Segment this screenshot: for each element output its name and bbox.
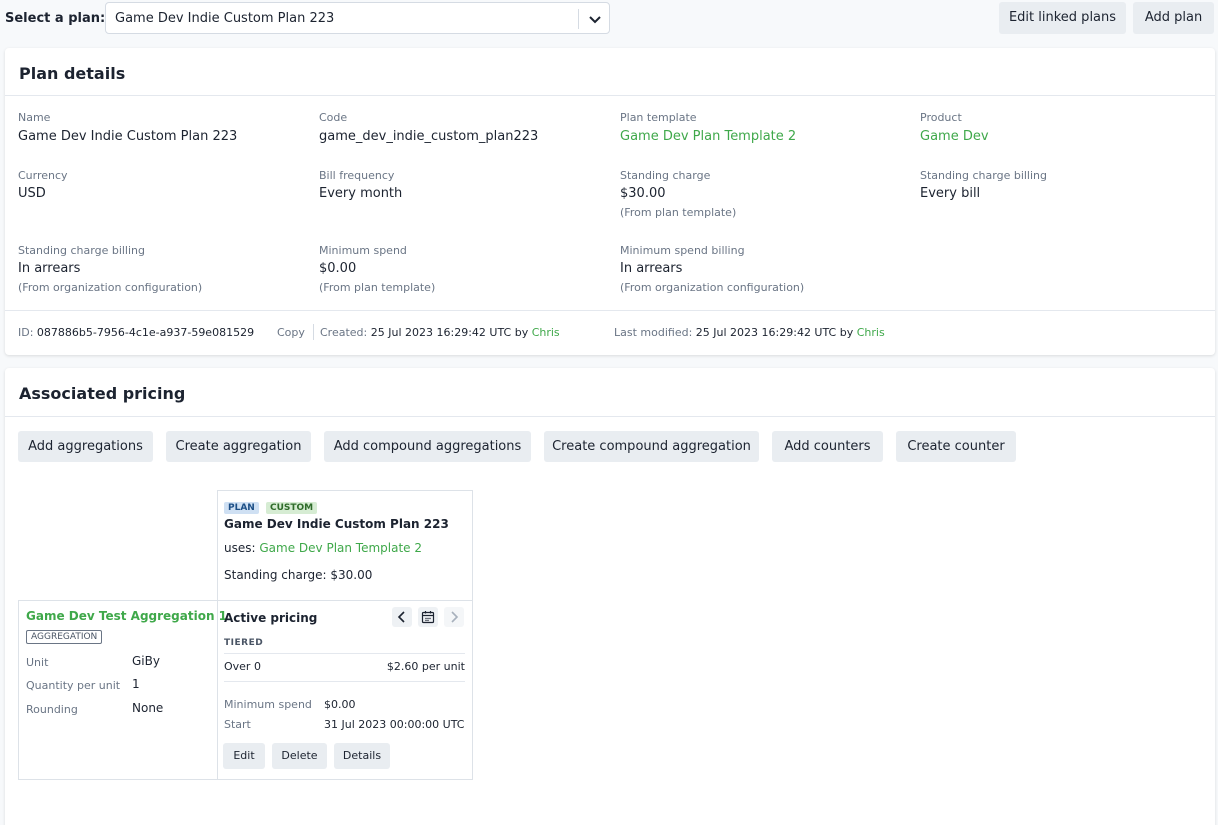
next-pricing-button[interactable] <box>444 607 464 627</box>
plan-tag: PLAN <box>224 502 259 514</box>
standing-charge-billing-label: Standing charge billing <box>920 169 1047 182</box>
name-label: Name <box>18 111 51 124</box>
modified-by-link[interactable]: Chris <box>857 326 885 339</box>
divider <box>5 310 1215 311</box>
plan-details-card: Plan details Name Game Dev Indie Custom … <box>5 48 1215 355</box>
plan-card-name: Game Dev Indie Custom Plan 223 <box>224 517 449 531</box>
select-plan-label: Select a plan: <box>5 11 106 26</box>
active-pricing-title: Active pricing <box>224 611 318 625</box>
uses-label: uses: <box>224 541 256 555</box>
plan-selector-bar: Select a plan: Game Dev Indie Custom Pla… <box>0 0 1218 37</box>
start-value: 31 Jul 2023 00:00:00 UTC <box>324 718 465 731</box>
tier-label: Over 0 <box>224 660 261 673</box>
plan-template-label: Plan template <box>620 111 697 124</box>
id-label: ID: <box>18 326 34 339</box>
plan-header-cell: PLAN CUSTOM Game Dev Indie Custom Plan 2… <box>217 490 473 600</box>
created-by-link[interactable]: Chris <box>532 326 560 339</box>
minimum-spend-billing-label: Minimum spend billing <box>620 244 745 257</box>
add-compound-aggregations-button[interactable]: Add compound aggregations <box>324 431 531 462</box>
created-label: Created: <box>320 326 368 339</box>
minimum-spend-value: $0.00 <box>324 698 356 711</box>
standing-charge-label: Standing charge <box>620 169 711 182</box>
delete-pricing-button[interactable]: Delete <box>272 743 327 769</box>
divider <box>5 95 1215 96</box>
active-pricing-cell: Active pricing TIERED Over 0 $2.60 per u… <box>217 600 473 780</box>
minimum-spend-billing-value: In arrears <box>620 261 683 276</box>
currency-value: USD <box>18 186 46 201</box>
select-divider <box>578 9 579 29</box>
aggregation-cell: Game Dev Test Aggregation 1 AGGREGATION … <box>18 600 227 780</box>
aggregation-tag: AGGREGATION <box>26 630 103 644</box>
created-info: Created: 25 Jul 2023 16:29:42 UTC by Chr… <box>320 326 560 339</box>
aggregation-name-link[interactable]: Game Dev Test Aggregation 1 <box>26 609 227 623</box>
edit-pricing-button[interactable]: Edit <box>223 743 265 769</box>
plan-tags: PLAN CUSTOM <box>224 499 318 514</box>
previous-pricing-button[interactable] <box>392 607 412 627</box>
calendar-button[interactable] <box>418 607 438 627</box>
divider <box>224 681 465 682</box>
quantity-per-unit-value: 1 <box>132 677 140 691</box>
meta-divider <box>313 324 314 340</box>
product-label: Product <box>920 111 962 124</box>
chevron-left-icon <box>397 611 405 623</box>
id-value: 087886b5-7956-4c1e-a937-59e081529 <box>36 326 255 339</box>
add-counters-button[interactable]: Add counters <box>772 431 883 462</box>
uses-template-link[interactable]: Game Dev Plan Template 2 <box>259 541 422 555</box>
divider <box>5 416 1215 417</box>
minimum-spend-label: Minimum spend <box>224 698 312 711</box>
standing-charge-value: $30.00 <box>620 186 666 201</box>
code-value: game_dev_indie_custom_plan223 <box>319 129 539 144</box>
currency-label: Currency <box>18 169 68 182</box>
standing-charge-billing-note: (From organization configuration) <box>18 281 203 294</box>
start-label: Start <box>224 718 251 731</box>
create-compound-aggregation-button[interactable]: Create compound aggregation <box>544 431 759 462</box>
custom-tag: CUSTOM <box>265 502 318 514</box>
standing-charge-billing-label: Standing charge billing <box>18 244 145 257</box>
modified-value: 25 Jul 2023 16:29:42 UTC by <box>695 326 854 339</box>
add-aggregations-button[interactable]: Add aggregations <box>18 431 153 462</box>
pricing-type-label: TIERED <box>224 638 264 648</box>
minimum-spend-billing-note: (From organization configuration) <box>620 281 805 294</box>
minimum-spend-label: Minimum spend <box>319 244 407 257</box>
bill-frequency-label: Bill frequency <box>319 169 395 182</box>
minimum-spend-value: $0.00 <box>319 261 357 276</box>
associated-pricing-title: Associated pricing <box>19 384 186 403</box>
copy-id-button[interactable]: Copy <box>277 326 305 339</box>
standing-charge-billing-value: In arrears <box>18 261 81 276</box>
minimum-spend-note: (From plan template) <box>319 281 436 294</box>
modified-info: Last modified: 25 Jul 2023 16:29:42 UTC … <box>614 326 885 339</box>
created-value: 25 Jul 2023 16:29:42 UTC by <box>370 326 529 339</box>
bill-frequency-value: Every month <box>319 186 403 201</box>
modified-label: Last modified: <box>614 326 693 339</box>
unit-value: GiBy <box>132 654 160 668</box>
edit-linked-plans-button[interactable]: Edit linked plans <box>999 2 1126 34</box>
product-link[interactable]: Game Dev <box>920 129 989 144</box>
plan-card-standing-charge: Standing charge: $30.00 <box>224 568 373 582</box>
rounding-label: Rounding <box>26 703 78 716</box>
plan-details-title: Plan details <box>19 64 126 83</box>
standing-charge-note: (From plan template) <box>620 206 737 219</box>
add-plan-button[interactable]: Add plan <box>1133 2 1214 34</box>
calendar-icon <box>421 611 435 624</box>
plan-meta-row: ID: 087886b5-7956-4c1e-a937-59e081529 <box>18 326 254 339</box>
plan-select-value: Game Dev Indie Custom Plan 223 <box>115 11 335 26</box>
plan-uses-row: uses: Game Dev Plan Template 2 <box>224 541 422 555</box>
tier-value: $2.60 per unit <box>386 660 465 673</box>
quantity-per-unit-label: Quantity per unit <box>26 679 121 692</box>
chevron-right-icon <box>451 611 459 623</box>
create-counter-button[interactable]: Create counter <box>896 431 1016 462</box>
rounding-value: None <box>132 701 164 715</box>
standing-charge-billing-value: Every bill <box>920 186 981 201</box>
plan-template-link[interactable]: Game Dev Plan Template 2 <box>620 129 796 144</box>
name-value: Game Dev Indie Custom Plan 223 <box>18 129 238 144</box>
associated-pricing-card: Associated pricing Add aggregations Crea… <box>5 368 1215 825</box>
plan-select[interactable]: Game Dev Indie Custom Plan 223 <box>105 2 610 34</box>
code-label: Code <box>319 111 348 124</box>
pricing-details-button[interactable]: Details <box>334 743 390 769</box>
create-aggregation-button[interactable]: Create aggregation <box>166 431 311 462</box>
chevron-down-icon[interactable] <box>586 10 604 28</box>
unit-label: Unit <box>26 656 49 669</box>
divider <box>224 653 465 654</box>
